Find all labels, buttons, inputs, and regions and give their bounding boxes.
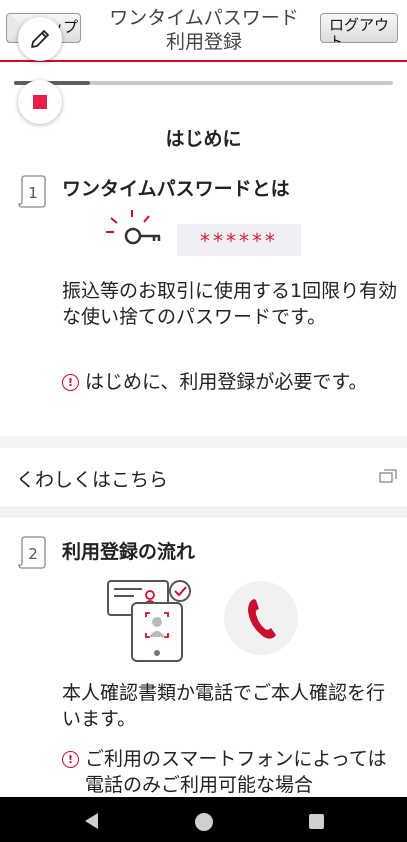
external-window-icon bbox=[379, 469, 397, 483]
page-title: ワンタイムパスワード 利用登録 bbox=[88, 6, 320, 54]
section1-note: ! はじめに、利用登録が必要です。 bbox=[62, 369, 382, 395]
section1-title: ワンタイムパスワードとは bbox=[62, 178, 290, 200]
system-navigation-bar bbox=[0, 797, 407, 842]
section2-description: 本人確認書類か電話でご本人確認を行います。 bbox=[62, 682, 386, 730]
pencil-icon bbox=[31, 30, 49, 48]
nav-home-icon[interactable] bbox=[195, 813, 213, 831]
phone-icon bbox=[248, 599, 276, 639]
section2-note: ! ご利用のスマートフォンによっては電話のみご利用可能な場合 bbox=[62, 746, 402, 798]
alert-icon: ! bbox=[62, 751, 79, 768]
page-title-line2: 利用登録 bbox=[165, 31, 242, 53]
section2-title: 利用登録の流れ bbox=[62, 541, 196, 563]
nav-back-icon[interactable] bbox=[85, 813, 98, 829]
section2-note-text: ご利用のスマートフォンによっては電話のみご利用可能な場合 bbox=[85, 748, 387, 796]
stop-fab[interactable] bbox=[18, 80, 62, 124]
edit-fab[interactable] bbox=[18, 17, 62, 61]
stop-icon bbox=[33, 95, 47, 109]
logout-button[interactable]: ログアウト bbox=[320, 13, 398, 43]
section1-description: 振込等のお取引に使用する1回限り有効な使い捨てのパスワードです。 bbox=[62, 280, 398, 328]
page-title-line1: ワンタイムパスワード bbox=[109, 7, 299, 29]
step-1-icon: 1 bbox=[18, 175, 46, 208]
step-2-icon: 2 bbox=[18, 536, 46, 569]
divider-band bbox=[0, 436, 407, 448]
divider-band bbox=[0, 506, 407, 518]
phone-call-option bbox=[224, 581, 298, 655]
id-document-phone-icon bbox=[107, 580, 191, 662]
section1-note-text: はじめに、利用登録が必要です。 bbox=[85, 371, 368, 393]
intro-heading: はじめに bbox=[165, 128, 242, 150]
step-1-number: 1 bbox=[28, 184, 38, 202]
otp-mask: ****** bbox=[177, 224, 301, 256]
details-link[interactable]: くわしくはこちら bbox=[0, 450, 407, 506]
nav-recents-icon[interactable] bbox=[309, 814, 324, 829]
alert-icon: ! bbox=[62, 374, 79, 391]
progress-bar bbox=[14, 81, 393, 85]
step-2-number: 2 bbox=[28, 545, 38, 563]
key-icon bbox=[106, 210, 161, 245]
details-link-label: くわしくはこちら bbox=[16, 469, 169, 491]
